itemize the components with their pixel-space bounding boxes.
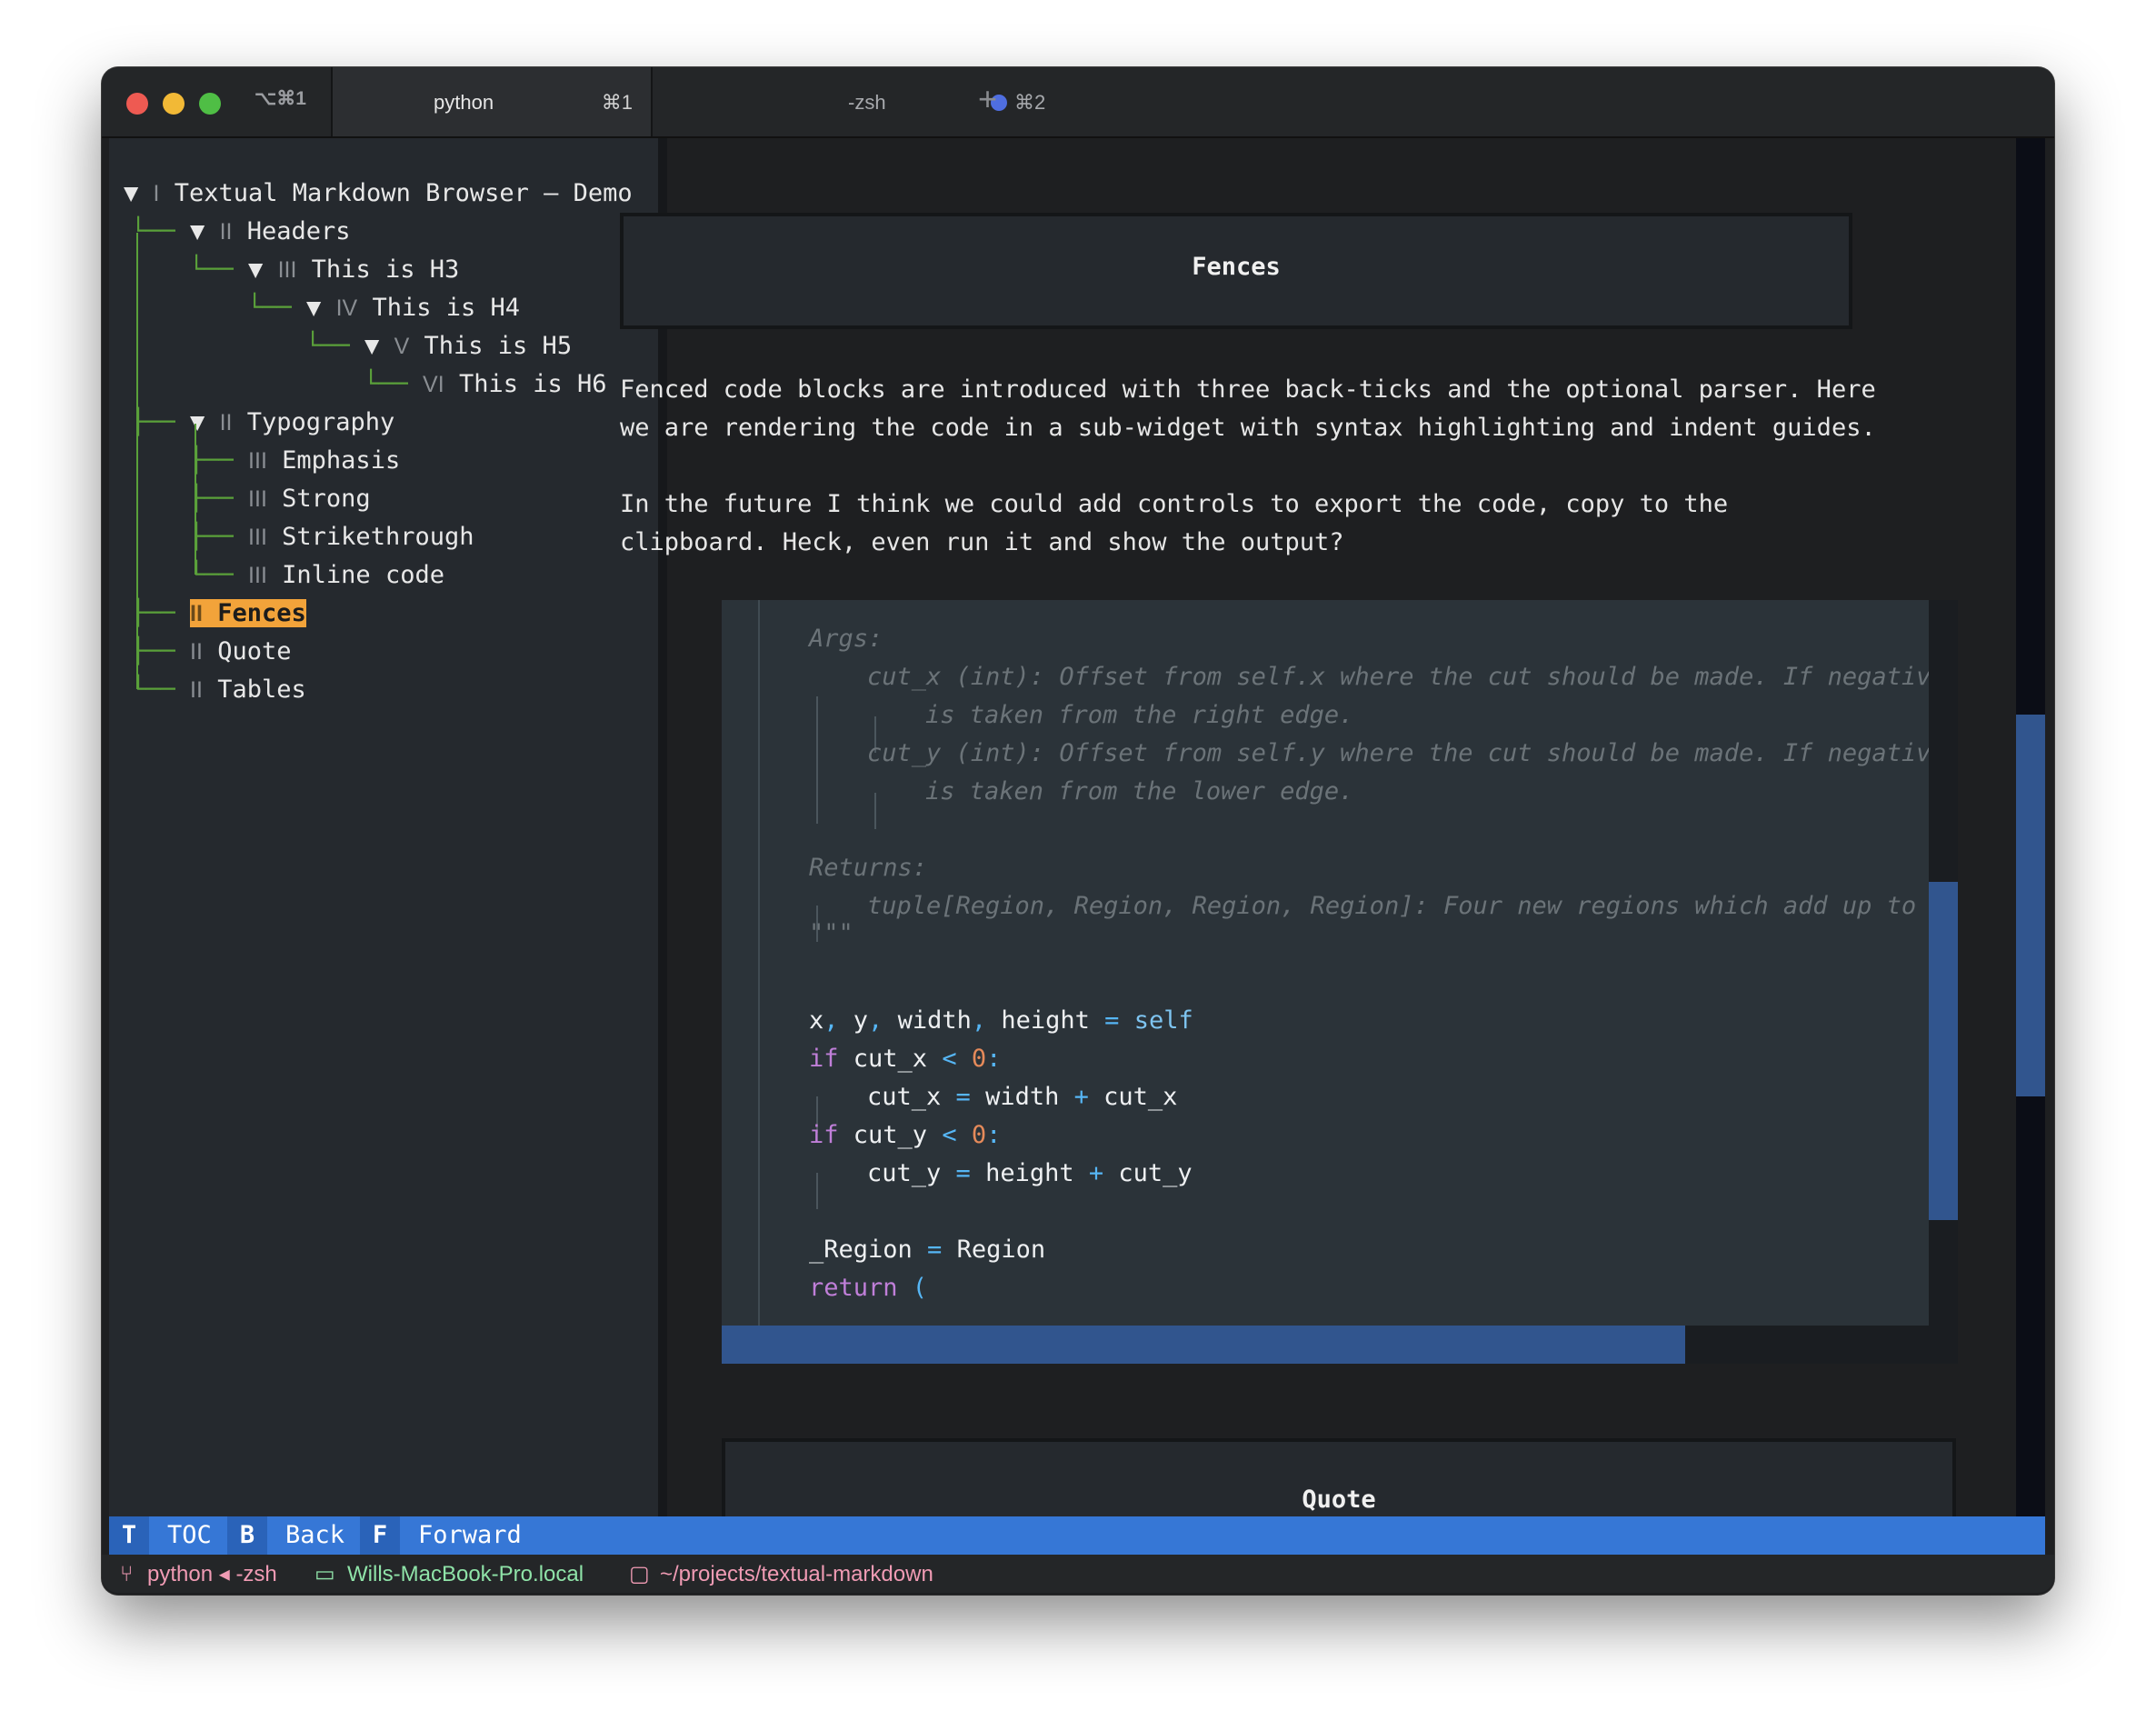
- toc-item[interactable]: ▼ I Textual Markdown Browser – Demo: [124, 175, 633, 213]
- folder-icon: ▢: [629, 1562, 650, 1586]
- sidebar-divider: [658, 138, 667, 1585]
- toc-item[interactable]: ├── ▼ II Typography: [131, 404, 394, 442]
- toc-item[interactable]: ├── III Strong: [189, 480, 371, 518]
- code-block[interactable]: Args: cut_x (int): Offset from self.x wh…: [722, 600, 1929, 1326]
- working-directory[interactable]: ~/projects/textual-markdown: [660, 1555, 933, 1595]
- code-line: tuple[Region, Region, Region, Region]: F…: [867, 892, 1929, 920]
- paragraph: In the future I think we could add contr…: [620, 490, 1729, 556]
- new-tab-button[interactable]: +: [978, 80, 997, 118]
- tab-title: python: [434, 91, 494, 114]
- zoom-icon[interactable]: [199, 93, 221, 115]
- code-line: x, y, width, height = self: [809, 1006, 1193, 1035]
- footer-bindings: T TOC B Back F Forward: [109, 1516, 2045, 1555]
- toc-item[interactable]: └── VI This is H6: [364, 365, 607, 404]
- tab-shortcut: ⌘2: [1014, 91, 1046, 114]
- code-line: cut_x (int): Offset from self.x where th…: [867, 663, 1929, 691]
- footer-label-forward[interactable]: Forward: [418, 1516, 522, 1555]
- footer-key[interactable]: F: [360, 1516, 400, 1555]
- code-line: is taken from the right edge.: [925, 701, 1354, 729]
- title-bar: ⌥⌘1 python ⌘1 -zsh ⌘2 +: [102, 67, 2054, 138]
- tree-connector: [136, 233, 138, 689]
- toc-item[interactable]: └── ▼ II Headers: [131, 213, 351, 251]
- branch-icon: ⑂: [120, 1562, 134, 1586]
- heading-text: Fences: [1192, 253, 1281, 281]
- indent-guide: [874, 793, 876, 829]
- status-bar: ⑂ python ◂ -zsh ▭ Wills-MacBook-Pro.loca…: [102, 1555, 2054, 1593]
- code-line: cut_y (int): Offset from self.y where th…: [867, 739, 1929, 767]
- heading-text: Quote: [1302, 1486, 1376, 1514]
- tab-python[interactable]: python ⌘1: [331, 67, 653, 136]
- code-line: """: [809, 919, 853, 947]
- laptop-icon: ▭: [314, 1562, 335, 1586]
- minimize-icon[interactable]: [163, 93, 185, 115]
- code-line: return (: [809, 1274, 928, 1302]
- toc-item[interactable]: ├── III Emphasis: [189, 442, 400, 480]
- indent-guide: [816, 1173, 818, 1209]
- code-vertical-scrollbar-thumb[interactable]: [1929, 882, 1958, 1220]
- close-icon[interactable]: [126, 93, 148, 115]
- code-line: if cut_y < 0:: [809, 1121, 1002, 1149]
- toc-item-selected[interactable]: ├── II Fences: [131, 595, 306, 633]
- code-line: if cut_x < 0:: [809, 1045, 1002, 1073]
- code-line: is taken from the lower edge.: [925, 777, 1354, 805]
- tab-title: -zsh: [848, 91, 886, 114]
- toc-item[interactable]: └── ▼ III This is H3: [189, 251, 459, 289]
- toc-sidebar: ▼ I Textual Markdown Browser – Demo └── …: [109, 138, 658, 1585]
- footer-key[interactable]: T: [109, 1516, 149, 1555]
- code-gutter: [722, 600, 760, 1326]
- code-horizontal-scrollbar-thumb[interactable]: [722, 1326, 1685, 1364]
- code-line: _Region = Region: [809, 1236, 1046, 1264]
- tab-shortcut: ⌘1: [601, 91, 633, 114]
- toc-item[interactable]: └── II Tables: [131, 671, 306, 709]
- paragraph: Fenced code blocks are introduced with t…: [620, 375, 1876, 442]
- code-line: Returns:: [809, 854, 928, 882]
- vertical-scrollbar-thumb[interactable]: [2016, 715, 2045, 1096]
- section-heading-quote: Quote: [722, 1438, 1956, 1516]
- footer-key[interactable]: B: [227, 1516, 267, 1555]
- indent-guide: [816, 696, 818, 824]
- toc-item[interactable]: └── ▼ V This is H5: [305, 327, 572, 365]
- tab-zsh[interactable]: -zsh ⌘2: [651, 67, 1096, 136]
- code-line: cut_x = width + cut_x: [867, 1083, 1178, 1111]
- footer-label-toc[interactable]: TOC: [167, 1516, 212, 1555]
- toc-item[interactable]: ├── II Quote: [131, 633, 292, 671]
- toc-item[interactable]: ├── III Strikethrough: [189, 518, 474, 556]
- hostname: Wills-MacBook-Pro.local: [347, 1562, 584, 1586]
- process-name: python ◂ -zsh: [147, 1562, 277, 1586]
- code-line: Args:: [809, 625, 883, 653]
- section-heading-fences: Fences: [620, 213, 1852, 329]
- toc-item[interactable]: └── III Inline code: [189, 556, 444, 595]
- footer-label-back[interactable]: Back: [285, 1516, 344, 1555]
- toc-item[interactable]: └── ▼ IV This is H4: [247, 289, 520, 327]
- window-shortcut: ⌥⌘1: [255, 88, 306, 109]
- code-line: cut_y = height + cut_y: [867, 1159, 1193, 1187]
- tree-connector: [195, 424, 196, 575]
